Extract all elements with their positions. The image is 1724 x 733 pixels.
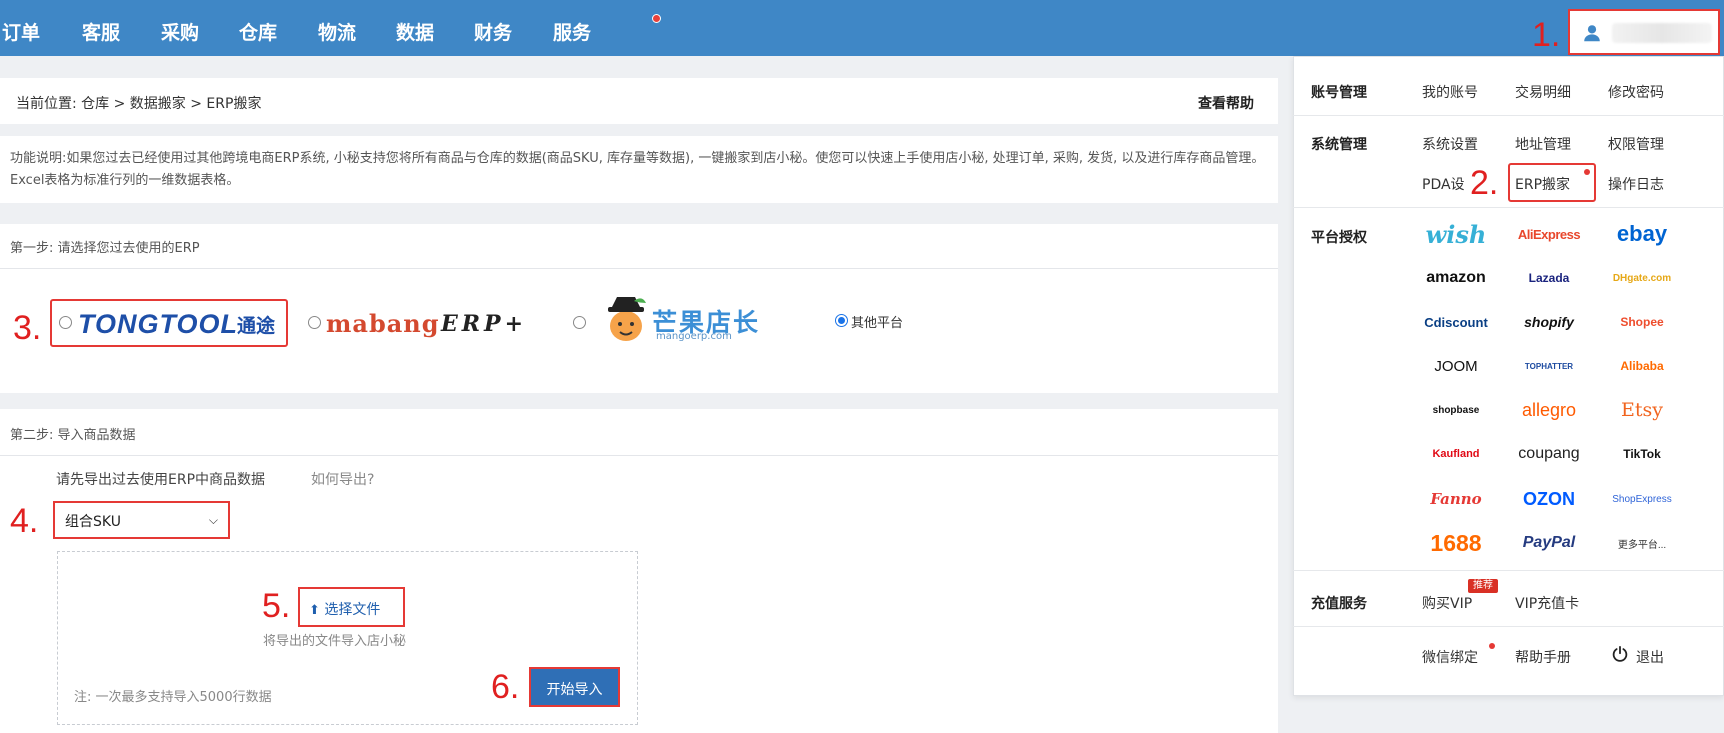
import-limit-note: 注: 一次最多支持导入5000行数据 — [74, 690, 272, 705]
menu-head-platform: 平台授权 — [1311, 230, 1367, 246]
menu-operation-log[interactable]: 操作日志 — [1608, 174, 1664, 194]
platform-shopexpress[interactable]: ShopExpress — [1608, 485, 1676, 513]
start-import-button[interactable]: 开始导入 — [529, 667, 620, 707]
platform-aliexpress[interactable]: AliExpress — [1515, 220, 1583, 248]
nav-orders[interactable]: 订单 — [2, 18, 40, 45]
mabang-erp-logo: ERP+ — [441, 311, 528, 337]
platform-etsy[interactable]: Etsy — [1608, 396, 1676, 424]
menu-wechat-bind[interactable]: 微信绑定 — [1422, 647, 1478, 667]
choose-file-label: 选择文件 — [324, 602, 381, 618]
other-platform-label[interactable]: 其他平台 — [851, 312, 903, 331]
nav-finance[interactable]: 财务 — [474, 18, 512, 45]
platform-wish[interactable]: wish — [1422, 220, 1490, 249]
platform-cdiscount[interactable]: Cdiscount — [1422, 308, 1490, 336]
menu-head-system: 系统管理 — [1311, 137, 1367, 153]
platform-ebay[interactable]: ebay — [1608, 220, 1676, 248]
menu-divider — [1293, 207, 1724, 208]
menu-help-manual[interactable]: 帮助手册 — [1515, 647, 1571, 667]
menu-vip-card[interactable]: VIP充值卡 — [1515, 593, 1579, 613]
menu-pda-settings[interactable]: PDA设 — [1422, 174, 1465, 194]
nav-logistics[interactable]: 物流 — [318, 18, 356, 45]
platform-joom[interactable]: JOOM — [1422, 352, 1490, 380]
menu-erp-migration[interactable]: ERP搬家 — [1515, 174, 1570, 194]
mango-logo-url: mangoerp.com — [656, 331, 732, 342]
menu-address-management[interactable]: 地址管理 — [1515, 134, 1571, 154]
menu-divider — [1293, 626, 1724, 627]
upload-icon: ⬆ — [309, 603, 320, 618]
platform-dhgate[interactable]: DHgate.com — [1608, 264, 1676, 292]
how-to-export-link[interactable]: 如何导出? — [311, 469, 374, 489]
platform-tiktok[interactable]: TikTok — [1608, 440, 1676, 468]
top-nav-bar: 订单 客服 采购 仓库 物流 数据 财务 服务 — [0, 0, 1724, 56]
step1-title: 第一步: 请选择您过去使用的ERP — [10, 241, 200, 256]
erp-migration-dot — [1584, 169, 1590, 175]
menu-transactions[interactable]: 交易明细 — [1515, 82, 1571, 102]
platform-1688[interactable]: 1688 — [1422, 529, 1490, 557]
nav-services[interactable]: 服务 — [553, 18, 591, 45]
radio-other-platform[interactable] — [835, 314, 848, 327]
annotation-4: 4. — [10, 502, 39, 540]
step2-title: 第二步: 导入商品数据 — [10, 428, 136, 443]
platform-shopee[interactable]: Shopee — [1608, 308, 1676, 336]
platform-coupang[interactable]: coupang — [1515, 440, 1583, 468]
nav-data[interactable]: 数据 — [396, 18, 434, 45]
annotation-3: 3. — [13, 309, 42, 347]
nav-services-dot — [652, 14, 661, 23]
menu-buy-vip[interactable]: 购买VIP — [1422, 593, 1472, 613]
menu-system-settings[interactable]: 系统设置 — [1422, 134, 1478, 154]
export-hint: 请先导出过去使用ERP中商品数据 — [56, 472, 266, 488]
chevron-down-icon: ⌵ — [208, 513, 218, 527]
nav-warehouse[interactable]: 仓库 — [239, 18, 277, 45]
nav-purchasing[interactable]: 采购 — [161, 18, 199, 45]
platform-more[interactable]: 更多平台... — [1608, 529, 1676, 557]
menu-logout[interactable]: 退出 — [1636, 647, 1664, 667]
menu-divider — [1293, 570, 1724, 571]
platform-ozon[interactable]: OZON — [1515, 485, 1583, 513]
step2-divider — [0, 455, 1278, 456]
menu-head-account: 账号管理 — [1311, 85, 1367, 101]
recommend-badge: 推荐 — [1468, 579, 1498, 593]
step1-divider — [0, 268, 1278, 269]
user-icon — [1584, 25, 1600, 42]
platform-kaufland[interactable]: Kaufland — [1422, 440, 1490, 468]
feature-description: 功能说明:如果您过去已经使用过其他跨境电商ERP系统, 小秘支持您将所有商品与仓… — [10, 151, 1265, 188]
platform-fanno[interactable]: Fanno — [1422, 485, 1490, 513]
annotation-1: 1. — [1532, 16, 1561, 54]
choose-file-button[interactable]: ⬆ 选择文件 — [298, 587, 405, 627]
tongtool-logo-cn: 通途 — [237, 315, 276, 337]
menu-permission-management[interactable]: 权限管理 — [1608, 134, 1664, 154]
radio-mabang[interactable] — [308, 316, 321, 329]
platform-shopbase[interactable]: shopbase — [1422, 396, 1490, 424]
help-link[interactable]: 查看帮助 — [1198, 93, 1254, 113]
platform-paypal[interactable]: PayPal — [1515, 529, 1583, 557]
tongtool-logo: TONGTOOL — [78, 309, 239, 339]
radio-tongtool[interactable] — [59, 316, 72, 329]
menu-divider — [1293, 115, 1724, 116]
mango-mascot-icon — [608, 297, 646, 341]
platform-alibaba[interactable]: Alibaba — [1608, 352, 1676, 380]
platform-tophatter[interactable]: TOPHATTER — [1515, 352, 1583, 380]
platform-allegro[interactable]: allegro — [1515, 396, 1583, 424]
menu-my-account[interactable]: 我的账号 — [1422, 82, 1478, 102]
nav-customer-service[interactable]: 客服 — [82, 18, 120, 45]
platform-shopify[interactable]: shopify — [1515, 308, 1583, 336]
wechat-bind-dot — [1489, 643, 1495, 649]
annotation-6: 6. — [491, 668, 520, 706]
user-account-button[interactable] — [1568, 9, 1720, 55]
mabang-logo: mabang — [326, 309, 440, 338]
menu-change-password[interactable]: 修改密码 — [1608, 82, 1664, 102]
platform-lazada[interactable]: Lazada — [1515, 264, 1583, 292]
file-hint: 将导出的文件导入店小秘 — [263, 634, 407, 649]
annotation-5: 5. — [262, 587, 291, 625]
annotation-2: 2. — [1470, 164, 1499, 202]
platform-amazon[interactable]: amazon — [1422, 264, 1490, 292]
sku-type-value: 组合SKU — [65, 514, 121, 530]
radio-mango[interactable] — [573, 316, 586, 329]
breadcrumb: 当前位置: 仓库 > 数据搬家 > ERP搬家 — [16, 96, 262, 112]
sku-type-select[interactable]: 组合SKU ⌵ — [53, 501, 230, 539]
user-name-blurred — [1612, 23, 1712, 43]
power-icon — [1612, 645, 1628, 662]
menu-head-recharge: 充值服务 — [1311, 596, 1367, 612]
